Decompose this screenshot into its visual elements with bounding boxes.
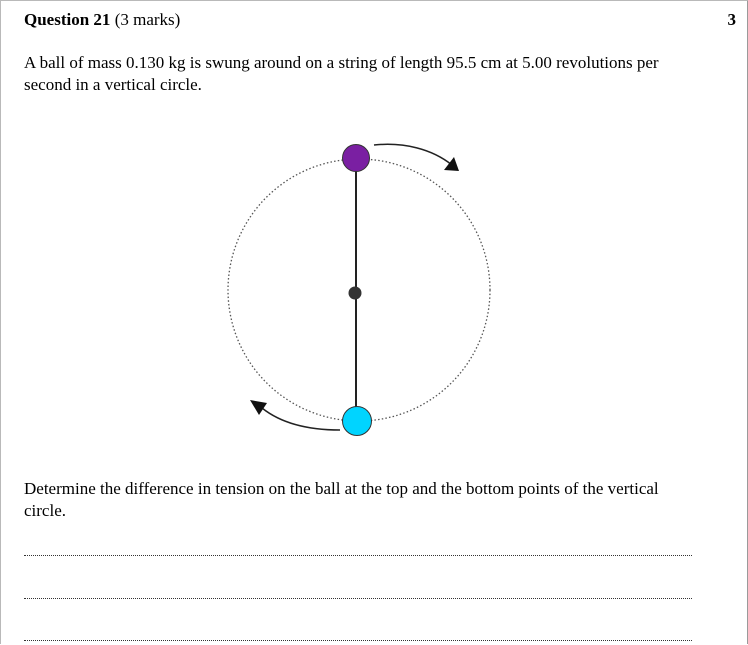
answer-line[interactable] xyxy=(24,555,692,556)
question-stem: A ball of mass 0.130 kg is swung around … xyxy=(24,53,659,94)
page-frame xyxy=(0,0,748,644)
marks-total: 3 xyxy=(727,10,737,29)
answer-line[interactable] xyxy=(24,598,692,599)
question-title: Question 21 xyxy=(24,10,111,29)
answer-line[interactable] xyxy=(24,640,692,641)
question-marks: (3 marks) xyxy=(114,10,181,29)
question-task: Determine the difference in tension on t… xyxy=(24,479,659,520)
question-header: Question 21 (3 marks) xyxy=(24,10,180,30)
